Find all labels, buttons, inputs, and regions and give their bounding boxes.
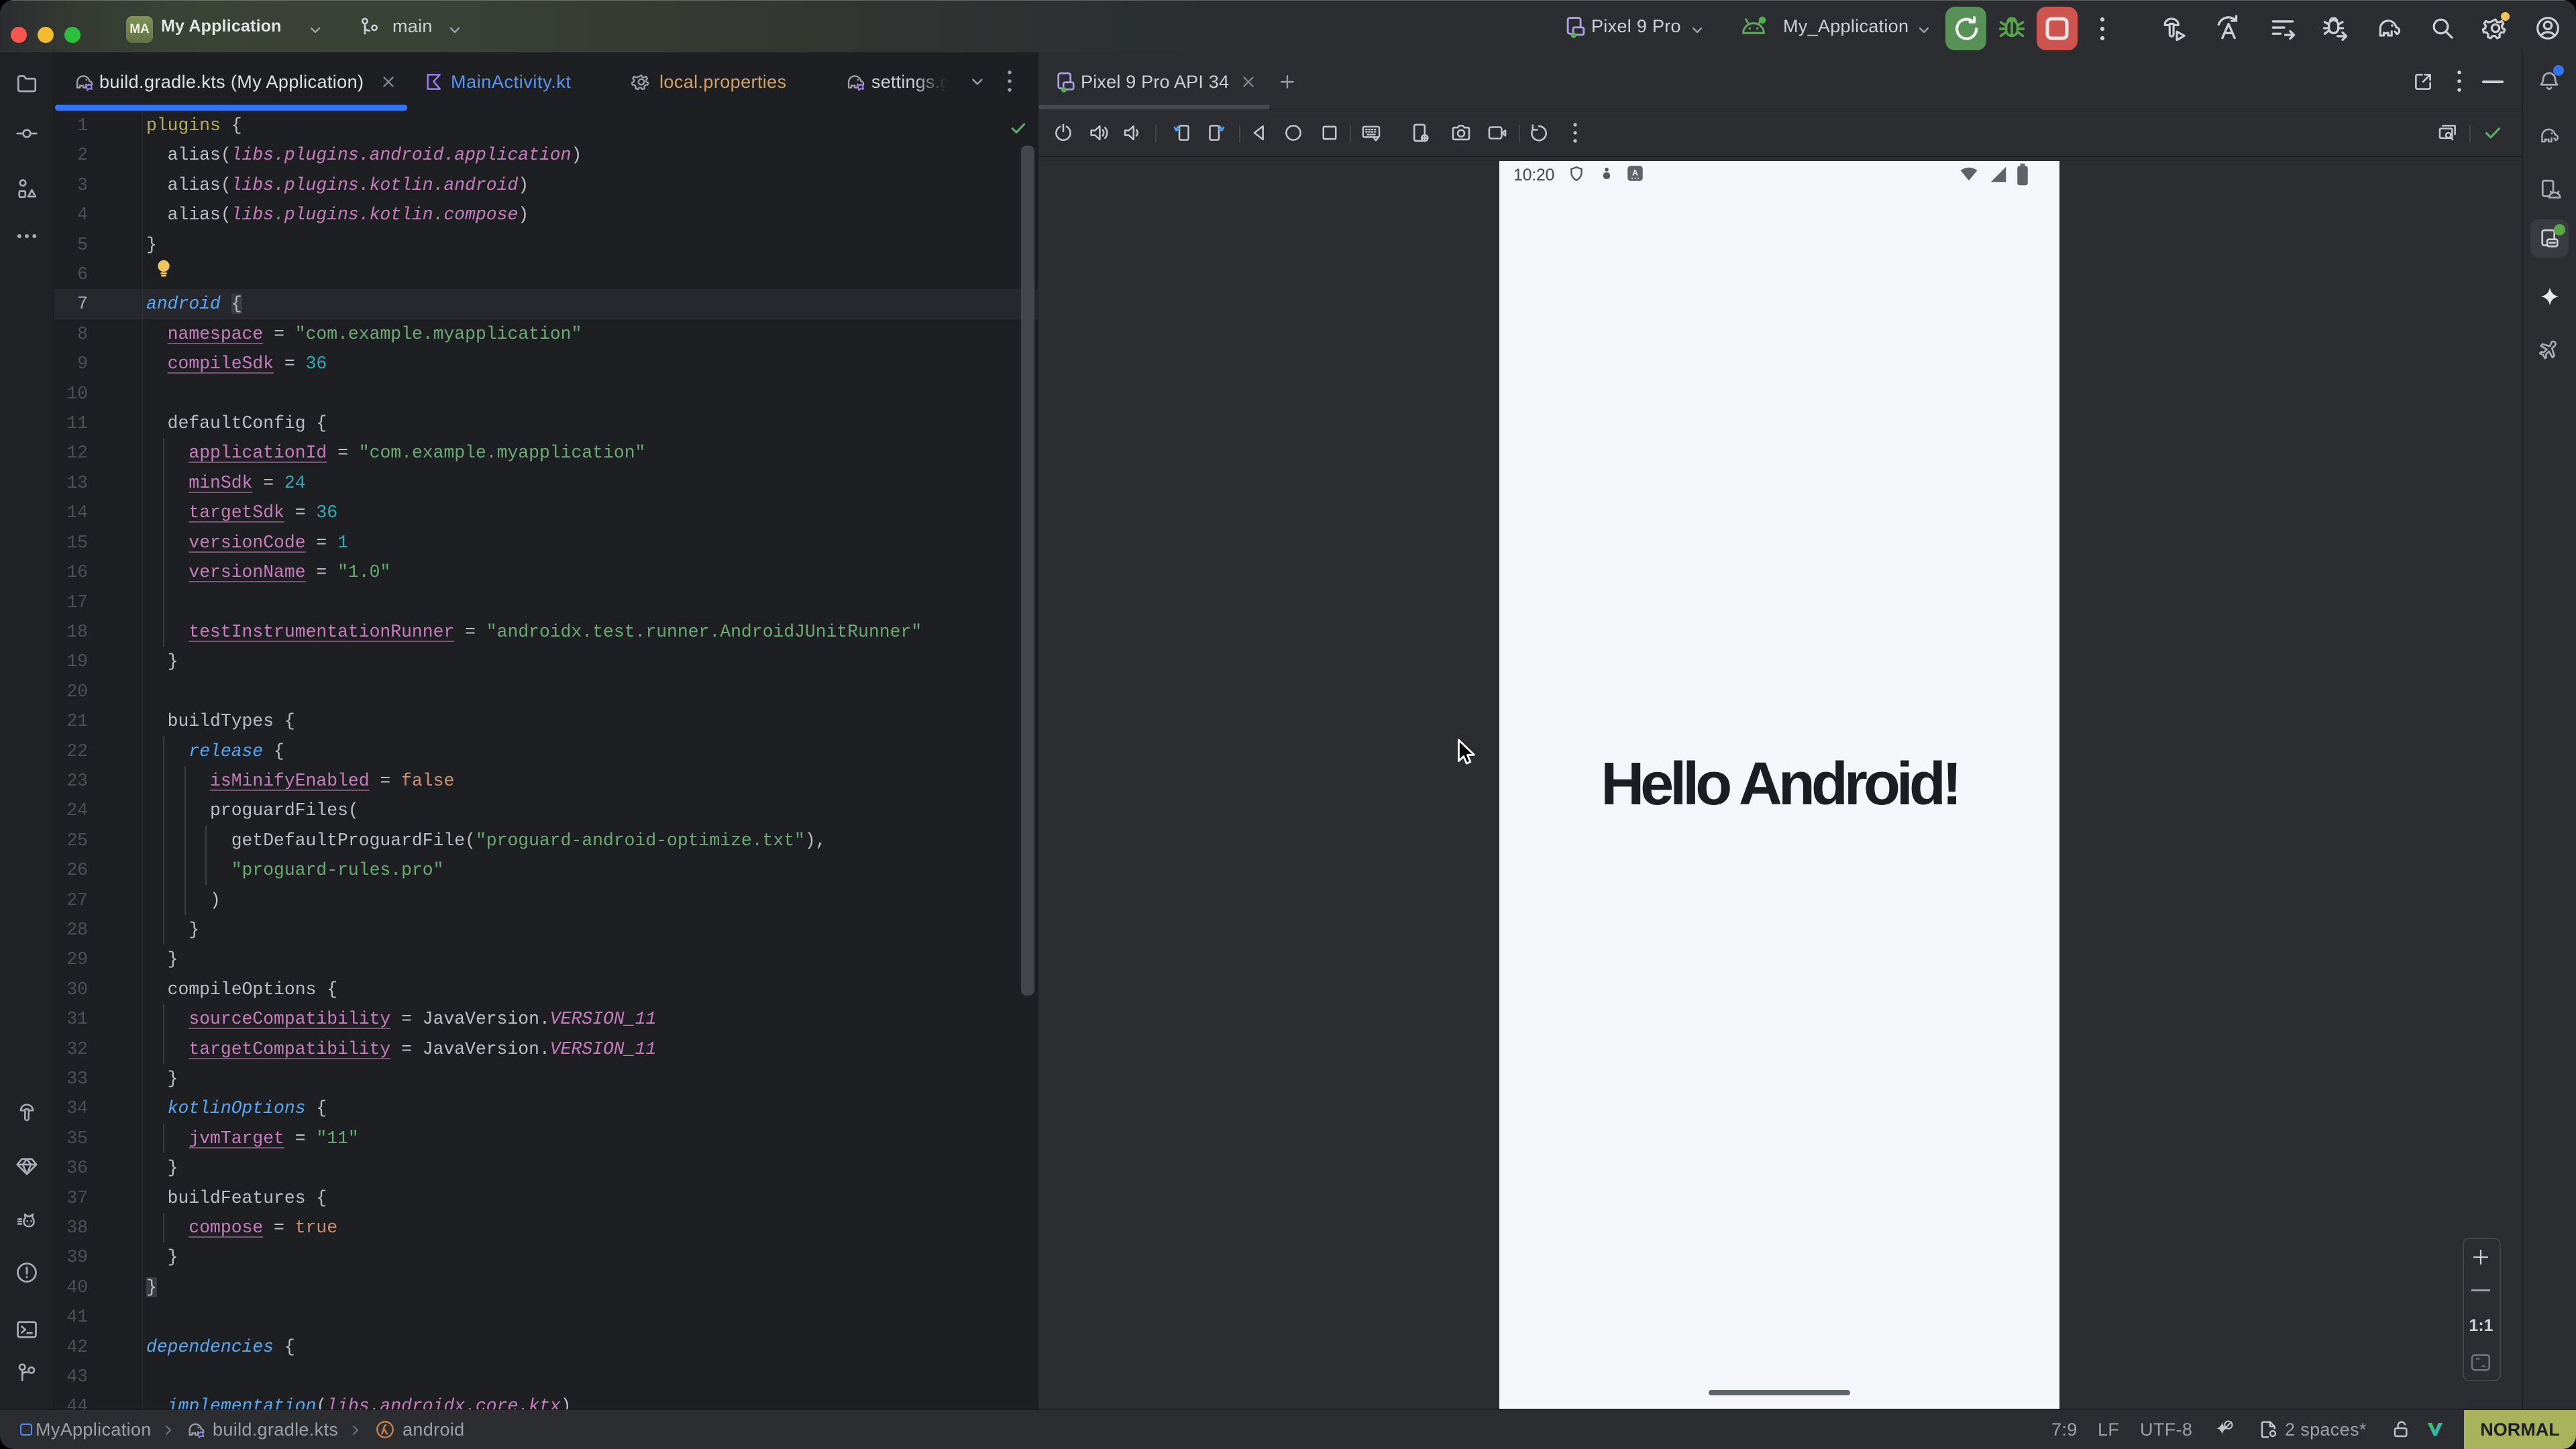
svg-text:A: A [1632, 168, 1638, 177]
